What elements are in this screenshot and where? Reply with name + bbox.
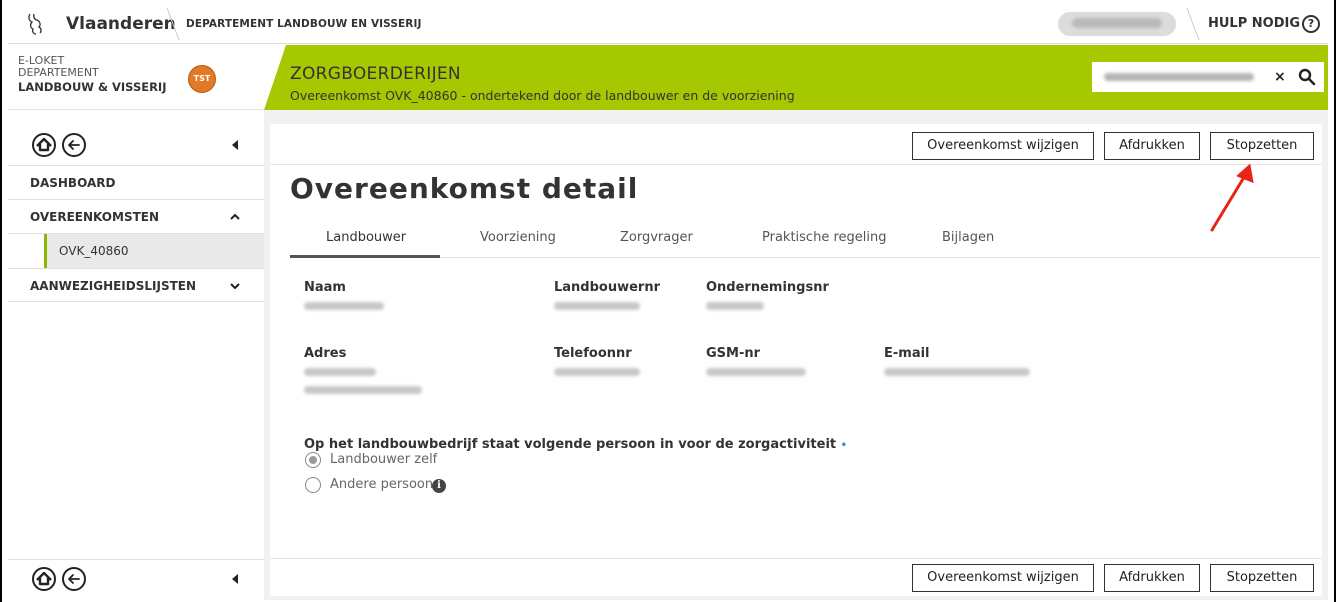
user-profile-button[interactable] [1058,12,1176,36]
detail-tabs: Landbouwer Voorziening Zorgvrager Prakti… [290,222,1320,258]
stop-button[interactable]: Stopzetten [1210,132,1314,160]
clear-search-icon[interactable]: × [1274,69,1286,85]
sidebar-item-label: OVEREENKOMSTEN [30,210,160,224]
naam-label: Naam [304,280,346,295]
collapse-sidebar-icon[interactable] [232,140,238,150]
telefoonnr-value-redacted [554,368,640,376]
back-arrow-glyph [68,140,80,150]
sidebar: DASHBOARD OVEREENKOMSTEN OVK_40860 AANWE… [8,122,264,596]
back-icon[interactable] [62,133,86,157]
header-notch [264,45,286,110]
collapse-sidebar-icon[interactable] [232,574,238,584]
search-icon[interactable] [1298,68,1316,86]
tab-landbouwer[interactable]: Landbouwer [326,230,406,245]
info-icon[interactable]: i [432,479,446,493]
ondernemingsnr-label: Ondernemingsnr [706,280,829,295]
app-title: ZORGBOERDERIJEN [290,64,461,84]
home-glyph [36,571,52,586]
eloket-line-3: LANDBOUW & VISSERIJ [18,80,167,94]
sidebar-item-dashboard[interactable]: DASHBOARD [8,166,264,200]
edit-agreement-button-bottom[interactable]: Overeenkomst wijzigen [912,564,1094,592]
sidebar-top-controls [8,122,264,166]
help-link[interactable]: HULP NODIG [1208,16,1300,31]
search-value-redacted [1104,73,1254,81]
tab-praktische-regeling[interactable]: Praktische regeling [762,230,886,245]
department-name[interactable]: DEPARTEMENT LANDBOUW EN VISSERIJ [186,18,422,30]
sidebar-item-overeenkomsten[interactable]: OVEREENKOMSTEN [8,200,264,234]
sidebar-bottom-controls [8,559,264,596]
email-label: E-mail [884,346,930,361]
radio-andere-persoon[interactable] [305,477,321,493]
flemish-lion-logo-icon[interactable] [26,12,44,36]
landbouwernr-value-redacted [554,302,640,310]
brand-name[interactable]: Vlaanderen [66,14,176,34]
print-button-bottom[interactable]: Afdrukken [1104,564,1200,592]
sidebar-item-label: AANWEZIGHEIDSLIJSTEN [30,279,197,293]
radio-landbouwer-zelf[interactable] [305,452,321,468]
sidebar-item-aanwezigheidslijsten[interactable]: AANWEZIGHEIDSLIJSTEN [8,268,264,302]
tab-bijlagen[interactable]: Bijlagen [942,230,994,245]
telefoonnr-label: Telefoonnr [554,346,632,361]
ondernemingsnr-value-redacted [706,302,764,310]
eloket-line-2: DEPARTEMENT [18,66,99,79]
sidebar-item-label: DASHBOARD [30,176,116,190]
landbouwernr-label: Landbouwernr [554,280,661,295]
gsm-value-redacted [706,368,806,376]
tab-voorziening[interactable]: Voorziening [480,230,556,245]
stop-button-bottom[interactable]: Stopzetten [1210,564,1314,592]
sidebar-subitem-label: OVK_40860 [59,244,129,258]
environment-badge: TST [188,65,216,93]
chevron-down-icon[interactable] [230,281,240,291]
annotation-arrow-icon [1210,163,1254,232]
gsm-label: GSM-nr [706,346,761,361]
page-title: Overeenkomst detail [290,172,639,205]
back-icon[interactable] [62,567,86,591]
radio-label-andere-persoon[interactable]: Andere persoon [330,477,433,492]
radio-label-landbouwer-zelf[interactable]: Landbouwer zelf [330,452,437,467]
top-bar: Vlaanderen DEPARTEMENT LANDBOUW EN VISSE… [8,4,1328,44]
edit-agreement-button[interactable]: Overeenkomst wijzigen [912,132,1094,160]
adres-line1-redacted [304,368,376,376]
caregiver-question: Op het landbouwbedrijf staat volgende pe… [304,437,847,452]
adres-label: Adres [304,346,347,361]
adres-line2-redacted [304,386,422,394]
tab-zorgvrager[interactable]: Zorgvrager [620,230,693,245]
required-marker: • [840,440,848,451]
email-value-redacted [884,368,1030,376]
chevron-up-icon[interactable] [230,212,240,222]
active-tab-indicator [290,255,440,258]
caregiver-question-label: Op het landbouwbedrijf staat volgende pe… [304,437,837,452]
agreement-subtitle: Overeenkomst OVK_40860 - ondertekend doo… [290,88,795,103]
home-icon[interactable] [32,567,56,591]
eloket-header[interactable]: E-LOKET DEPARTEMENT LANDBOUW & VISSERIJ … [8,45,264,110]
naam-value-redacted [304,302,384,310]
back-arrow-glyph [68,574,80,584]
print-button[interactable]: Afdrukken [1104,132,1200,160]
home-icon[interactable] [32,133,56,157]
sidebar-item-ovk-40860[interactable]: OVK_40860 [44,234,264,268]
home-glyph [36,137,52,152]
brand-separator [166,8,180,40]
user-name-redacted [1072,18,1162,28]
search-input[interactable] [1092,62,1324,92]
help-icon[interactable]: ? [1302,15,1320,33]
help-separator [1186,8,1200,40]
action-divider [270,164,1322,165]
